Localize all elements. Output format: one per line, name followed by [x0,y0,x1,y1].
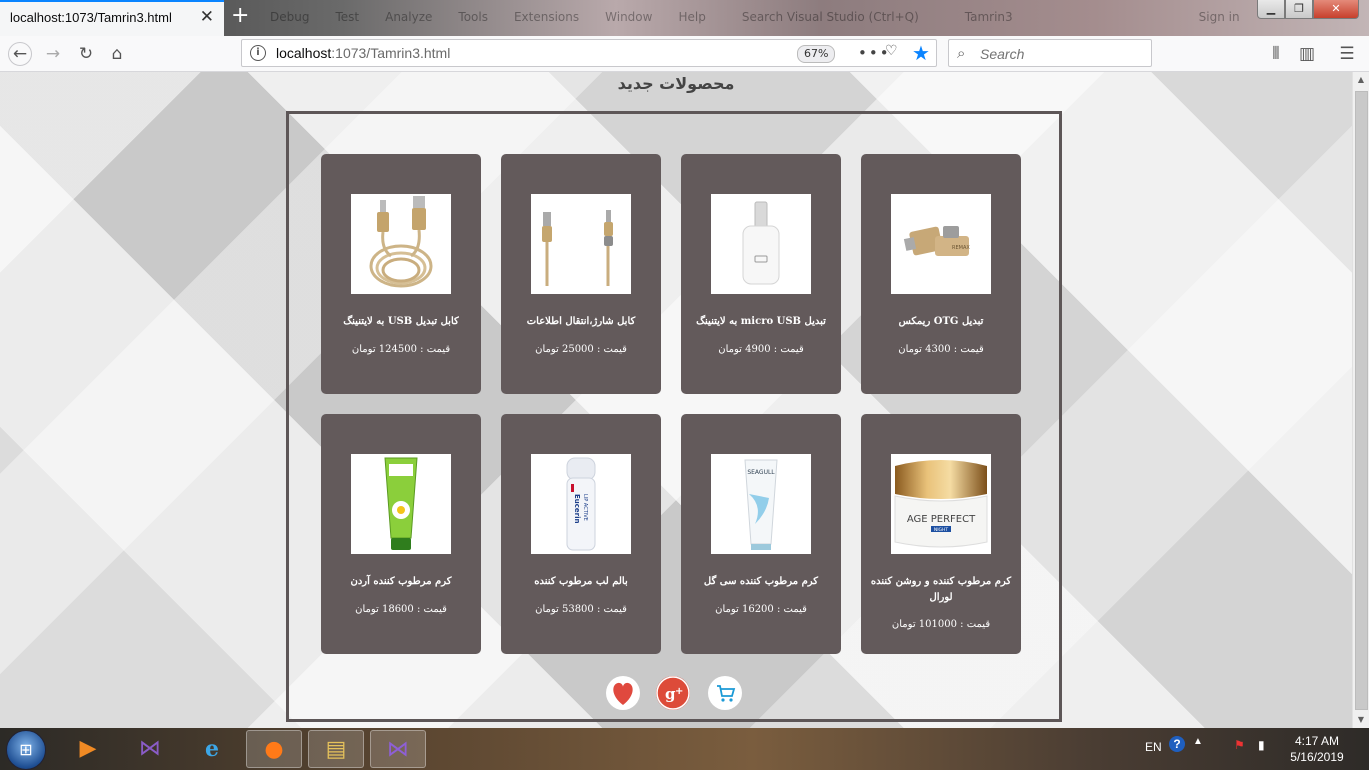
back-icon[interactable]: ← [8,42,32,66]
signal-icon[interactable]: ▮ [1258,738,1265,752]
product-card[interactable]: REMAX تبدیل OTG ریمکس قیمت : 4300 تومان [861,154,1021,394]
google-plus-icon[interactable]: g + [656,676,690,710]
products-frame: REMAX تبدیل OTG ریمکس قیمت : 4300 تومان … [286,111,1062,722]
svg-text:REMAX: REMAX [952,245,970,251]
product-card[interactable]: SEAGULL کرم مرطوب کننده سی گل قیمت : 162… [681,414,841,654]
usb-lightning-cable-image [351,194,451,294]
product-name: بالم لب مرطوب کننده [534,576,628,587]
product-price: قیمت : 101000 تومان [891,619,991,630]
home-icon[interactable]: ⌂ [105,42,129,66]
page-title: محصولات جدید [617,74,735,93]
scroll-up-icon[interactable]: ▲ [1353,72,1369,88]
visual-studio-purple-icon[interactable]: ⋈ [122,730,178,768]
url-bar[interactable]: i localhost:1073/Tamrin3.html 67% ••• ♡ … [241,39,937,67]
product-price: قیمت : 4900 تومان [718,344,804,355]
product-price: قیمت : 124500 تومان [351,344,451,355]
url-text[interactable]: localhost:1073/Tamrin3.html [276,45,450,61]
svg-text:+: + [675,686,683,697]
vertical-scrollbar[interactable]: ▲ ▼ [1352,72,1369,728]
product-name: تبدیل micro USB به لایتنینگ [696,316,826,327]
product-name: کرم مرطوب کننده و روشن کننده لورال [870,576,1012,603]
new-tab-icon[interactable]: + [231,4,249,28]
title-bar: Debug Test Analyze Tools Extensions Window Hel… [0,0,1369,36]
visual-studio-icon[interactable]: ⋈ [370,730,426,768]
language-indicator[interactable]: EN [1145,740,1162,754]
product-name: کرم مرطوب کننده آردن [350,576,452,587]
window-controls: ▁ ❐ ✕ [1257,0,1359,19]
reload-icon[interactable]: ↻ [74,42,98,66]
sidebar-icon[interactable]: ▥ [1295,42,1319,66]
tab-title: localhost:1073/Tamrin3.html [10,10,172,25]
minimize-icon[interactable]: ▁ [1257,0,1285,19]
heart-icon[interactable] [606,676,640,710]
charge-cable-image [531,194,631,294]
library-icon[interactable]: ⫴ [1264,42,1288,66]
bookmark-star-icon[interactable]: ★ [912,41,930,65]
help-icon[interactable]: ? [1169,736,1185,752]
maximize-icon[interactable]: ❐ [1285,0,1313,19]
product-price: قیمت : 53800 تومان [535,604,627,615]
navigation-toolbar: ← → ↻ ⌂ i localhost:1073/Tamrin3.html 67… [0,36,1369,72]
product-card[interactable]: Eucerin LIP ACTIVE بالم لب مرطوب کننده ق… [501,414,661,654]
svg-text:NIGHT: NIGHT [934,527,949,533]
product-card[interactable]: کابل شارژ،انتقال اطلاعات قیمت : 25000 تو… [501,154,661,394]
svg-text:Eucerin: Eucerin [573,494,581,524]
product-price: قیمت : 18600 تومان [355,604,447,615]
product-price: قیمت : 4300 تومان [898,344,984,355]
browser-tab[interactable]: localhost:1073/Tamrin3.html ✕ [0,0,224,36]
product-name: کابل شارژ،انتقال اطلاعات [526,316,636,327]
svg-text:LIP ACTIVE: LIP ACTIVE [582,494,588,521]
media-player-icon[interactable]: ▶ [60,730,116,768]
clock-time: 4:17 AM [1294,734,1340,748]
system-clock[interactable]: 4:17 AM 5/16/2019 [1282,733,1352,765]
scroll-thumb[interactable] [1355,91,1368,710]
search-icon: ⌕ [957,44,966,62]
seagull-cream-image: SEAGULL [711,454,811,554]
tray-expand-icon[interactable]: ▲ [1193,736,1203,747]
product-price: قیمت : 25000 تومان [535,344,627,355]
firefox-icon[interactable]: ● [246,730,302,768]
windows-start-icon[interactable]: ⊞ [6,730,46,770]
forward-icon[interactable]: → [41,42,65,66]
otg-adapter-image: REMAX [891,194,991,294]
network-warning-icon[interactable]: ⚑ [1234,738,1245,752]
micro-usb-adapter-image [711,194,811,294]
close-tab-icon[interactable]: ✕ [200,7,214,27]
search-input[interactable]: Search [980,46,1024,62]
product-name: کابل تبدیل USB به لایتنینگ [343,316,459,327]
cart-icon[interactable] [708,676,742,710]
site-info-icon[interactable]: i [250,45,266,61]
zoom-level-badge[interactable]: 67% [797,45,836,63]
internet-explorer-icon[interactable]: e [184,730,240,768]
product-name: تبدیل OTG ریمکس [898,316,984,327]
product-price: قیمت : 16200 تومان [715,604,807,615]
product-card[interactable]: کرم مرطوب کننده آردن قیمت : 18600 تومان [321,414,481,654]
lip-balm-image: Eucerin LIP ACTIVE [531,454,631,554]
windows-taskbar: ⊞ ▶ ⋈ e ● ▤ ⋈ EN ? ▲ ⚑ ▮ 4:17 AM 5/16/20… [0,728,1369,770]
scroll-down-icon[interactable]: ▼ [1353,712,1369,728]
pocket-icon[interactable]: ♡ [885,43,898,59]
product-name: کرم مرطوب کننده سی گل [703,576,819,587]
svg-text:AGE PERFECT: AGE PERFECT [907,514,976,525]
arden-cream-image [351,454,451,554]
page-viewport: محصولات جدید REMAX تبدیل OTG ریمکس قیمت … [0,72,1352,728]
svg-text:SEAGULL: SEAGULL [747,469,775,476]
product-card[interactable]: کابل تبدیل USB به لایتنینگ قیمت : 124500… [321,154,481,394]
age-perfect-cream-image: AGE PERFECT NIGHT [891,454,991,554]
clock-date: 5/16/2019 [1290,750,1344,764]
background-app-menu: Debug Test Analyze Tools Extensions Window Hel… [270,10,1240,24]
file-explorer-icon[interactable]: ▤ [308,730,364,768]
menu-icon[interactable]: ☰ [1335,42,1359,66]
product-card[interactable]: AGE PERFECT NIGHT کرم مرطوب کننده و روشن… [861,414,1021,654]
product-card[interactable]: تبدیل micro USB به لایتنینگ قیمت : 4900 … [681,154,841,394]
search-bar[interactable]: ⌕ Search [948,39,1152,67]
close-window-icon[interactable]: ✕ [1313,0,1359,19]
